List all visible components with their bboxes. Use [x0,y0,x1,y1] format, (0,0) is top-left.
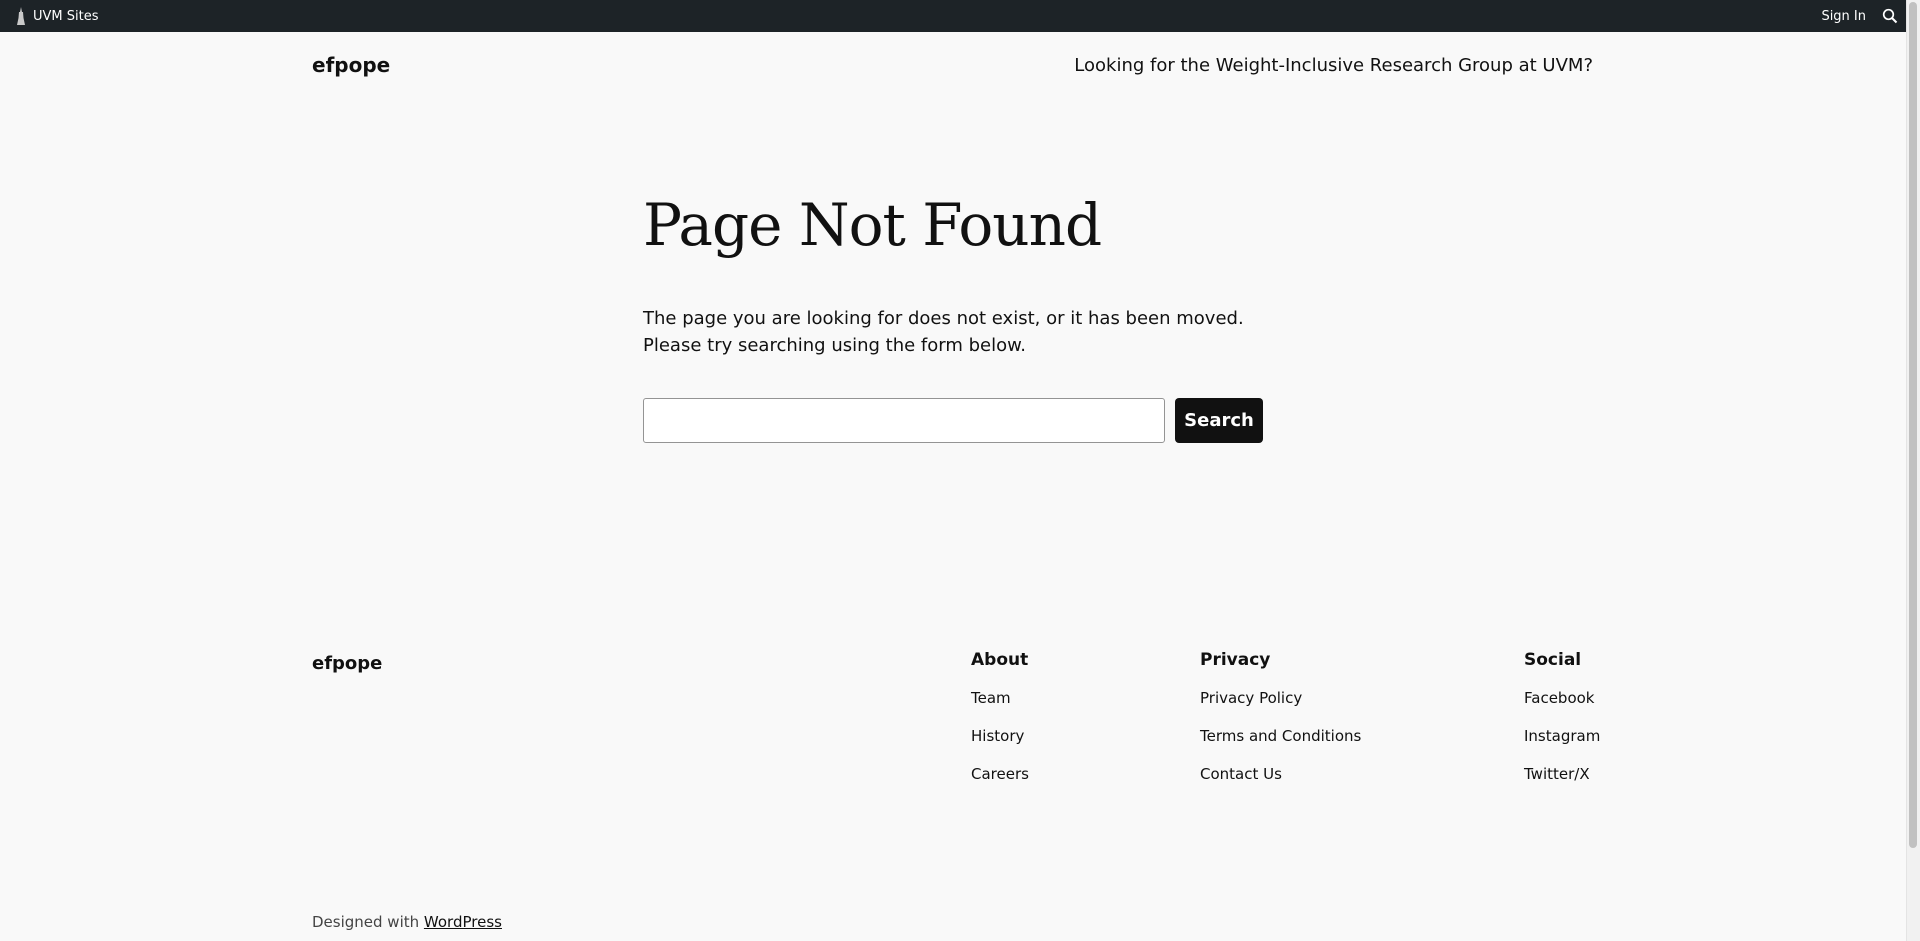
footer-heading-privacy: Privacy [1200,650,1271,670]
search-icon[interactable] [1882,8,1898,24]
footer-column-about: About Team History Careers [971,650,1029,802]
search-button[interactable]: Search [1175,398,1263,443]
scrollbar[interactable] [1906,0,1920,941]
footer-column-social: Social Facebook Instagram Twitter/X [1524,650,1600,802]
footer-heading-social: Social [1524,650,1582,670]
footer-heading-about: About [971,650,1029,670]
header-nav-link[interactable]: Looking for the Weight-Inclusive Researc… [1074,55,1593,76]
footer-credit: Designed with WordPress [312,913,502,931]
footer-link-twitter[interactable]: Twitter/X [1524,764,1600,784]
footer-link-terms[interactable]: Terms and Conditions [1200,726,1361,746]
search-input[interactable] [643,398,1165,443]
scrollbar-thumb[interactable] [1909,2,1917,848]
footer-links-privacy: Privacy Policy Terms and Conditions Cont… [1200,688,1361,784]
footer-link-careers[interactable]: Careers [971,764,1029,784]
footer-link-history[interactable]: History [971,726,1029,746]
footer-links-social: Facebook Instagram Twitter/X [1524,688,1600,784]
uvm-tower-icon [16,7,26,25]
admin-bar: UVM Sites Sign In [0,0,1906,32]
footer-links-about: Team History Careers [971,688,1029,784]
site-title[interactable]: efpope [312,53,390,77]
uvm-sites-menu[interactable]: UVM Sites [16,0,99,32]
footer-link-instagram[interactable]: Instagram [1524,726,1600,746]
footer-site-title[interactable]: efpope [312,653,382,674]
footer-column-privacy: Privacy Privacy Policy Terms and Conditi… [1200,650,1361,802]
page-title: Page Not Found [643,191,1102,259]
footer-link-facebook[interactable]: Facebook [1524,688,1600,708]
footer-link-privacy-policy[interactable]: Privacy Policy [1200,688,1361,708]
credit-prefix: Designed with [312,913,420,931]
footer-link-team[interactable]: Team [971,688,1029,708]
sign-in-link[interactable]: Sign In [1821,0,1866,32]
uvm-sites-label: UVM Sites [33,8,99,24]
not-found-message: The page you are looking for does not ex… [643,308,1244,356]
footer-link-contact[interactable]: Contact Us [1200,764,1361,784]
wordpress-link[interactable]: WordPress [424,913,502,931]
